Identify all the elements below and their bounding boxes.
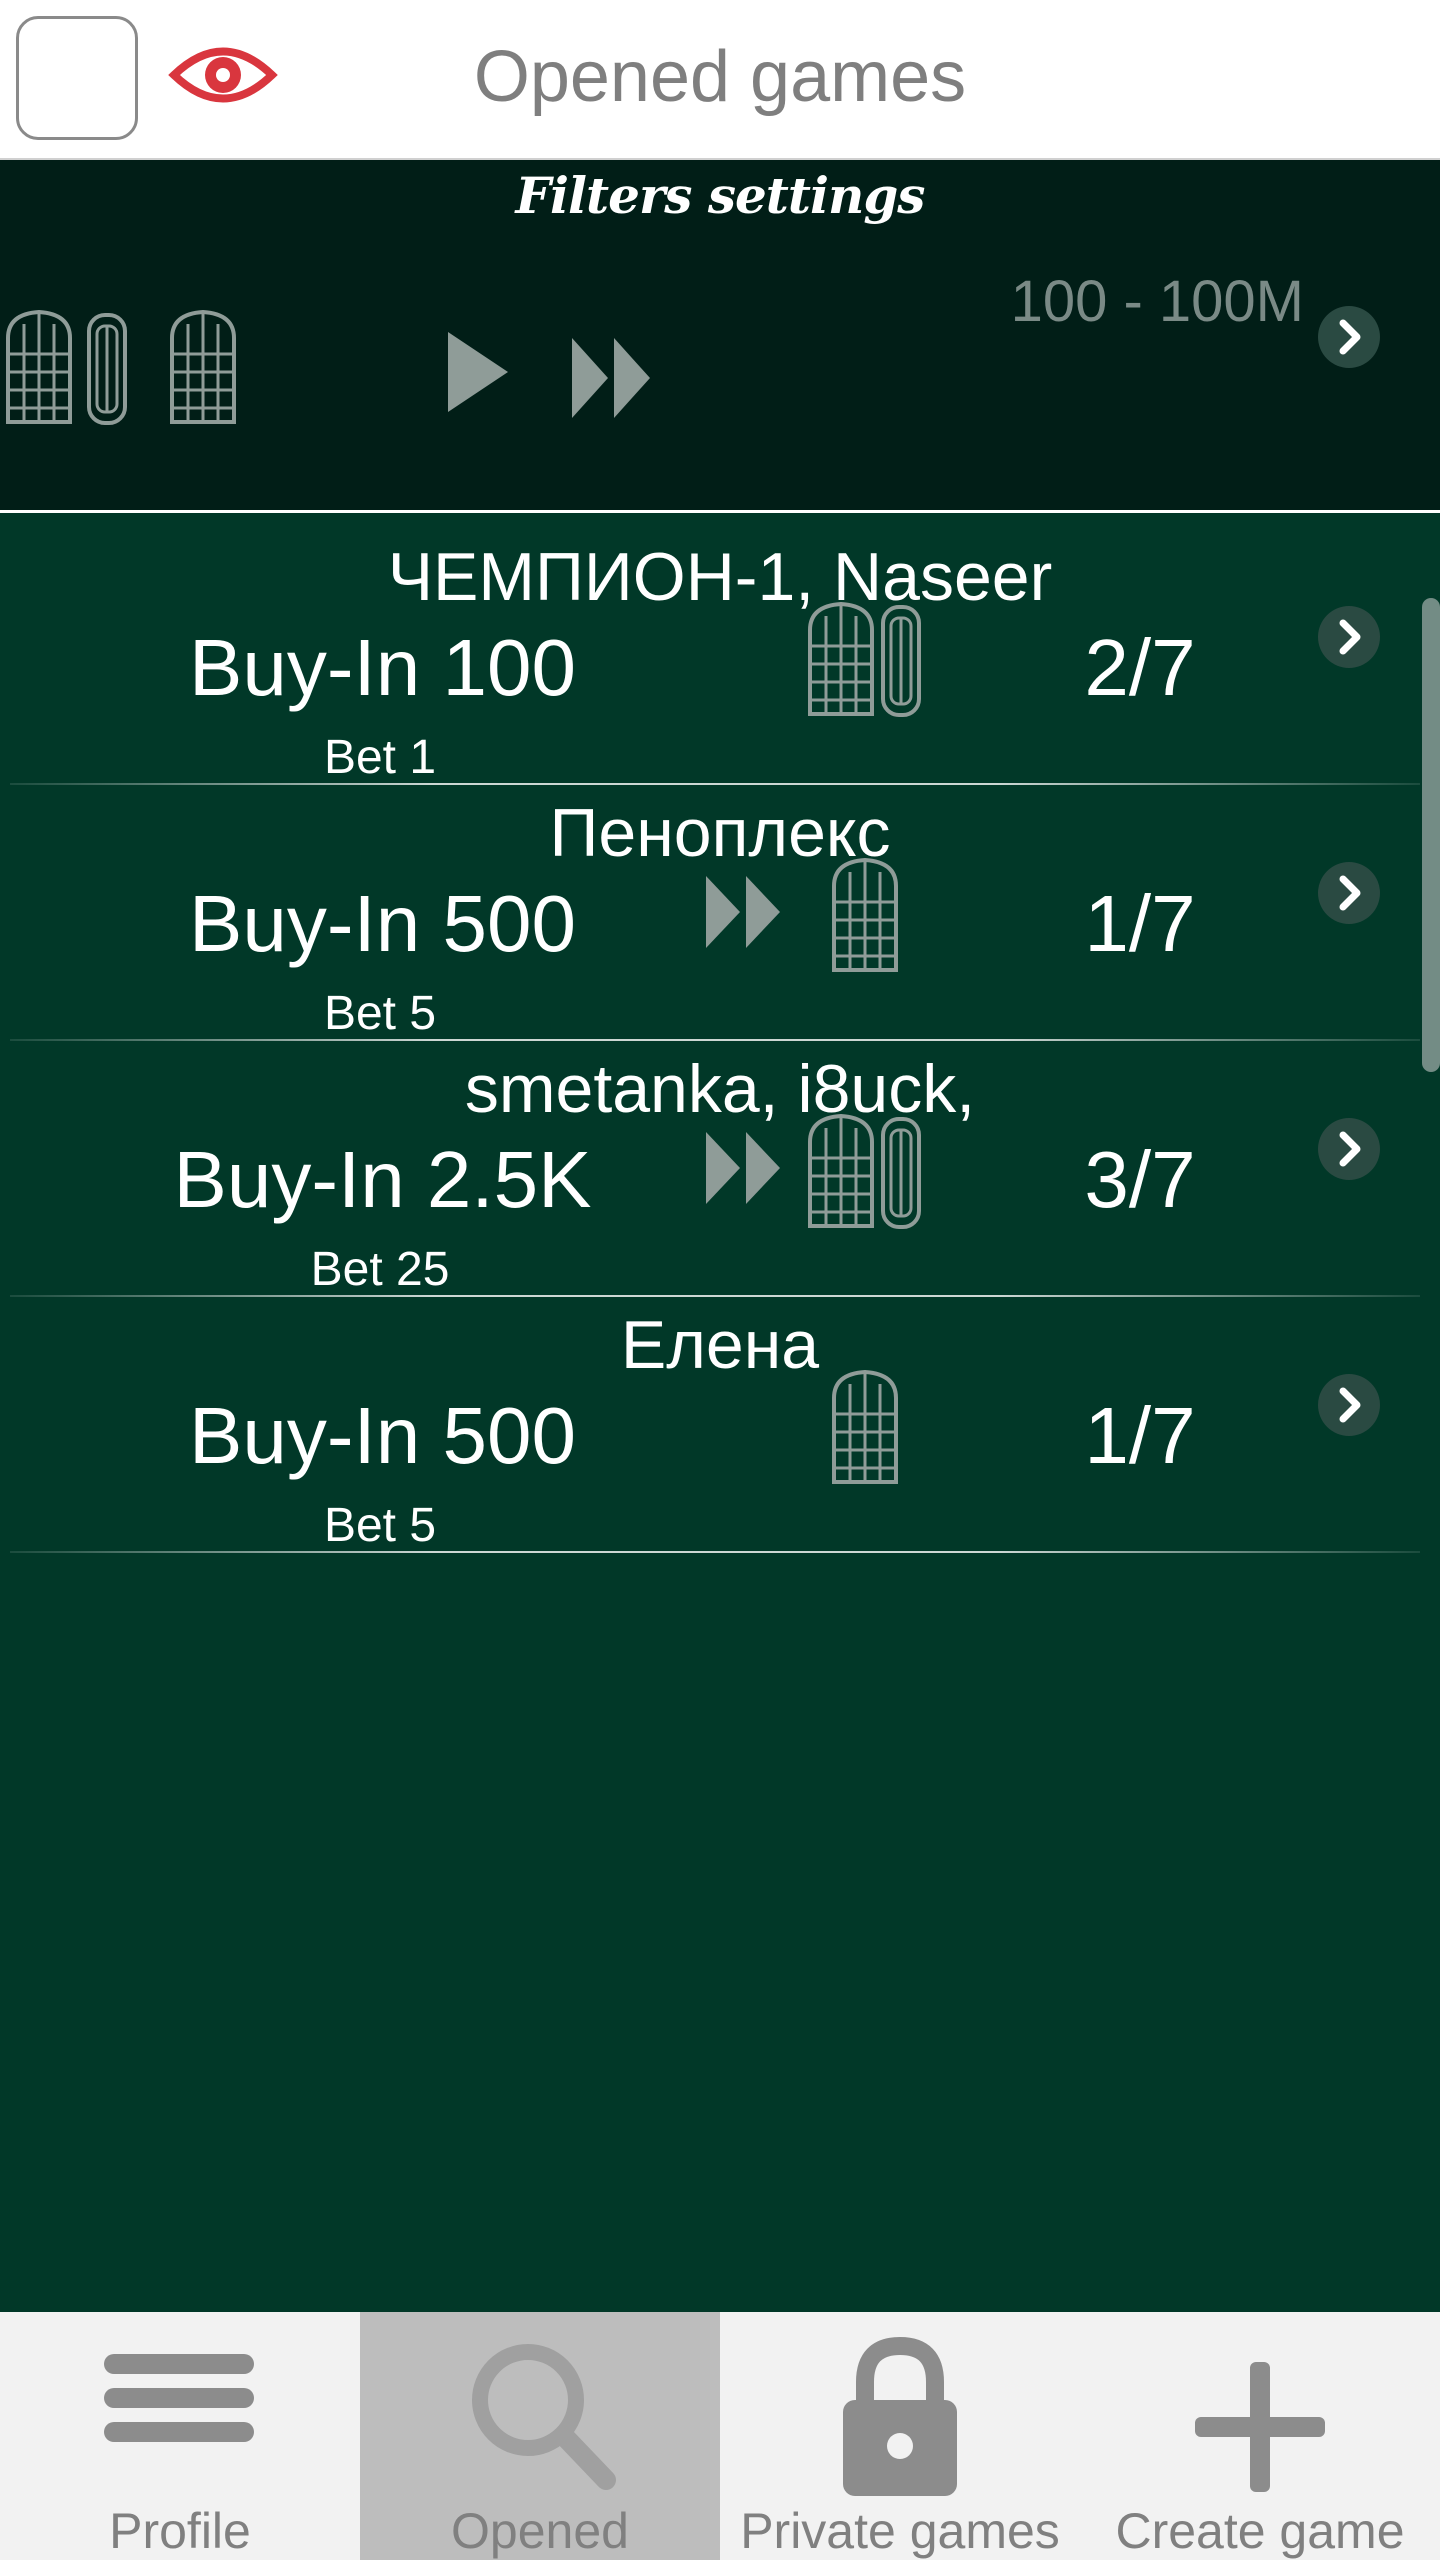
bet-label: Bet 25 <box>310 1243 450 1296</box>
cards-icon <box>6 310 127 425</box>
nav-private-games-label: Private games <box>740 2503 1060 2559</box>
fast-forward-icon <box>706 1132 780 1204</box>
nav-private-games[interactable]: Private games <box>720 2312 1080 2560</box>
players-names: smetanka, i8uck, <box>464 1051 976 1127</box>
top-bar: Opened games <box>0 0 1440 160</box>
buyin-label: Buy-In 500 <box>189 879 576 968</box>
seats-count: 1/7 <box>1084 1391 1196 1480</box>
chevron-right-icon[interactable] <box>1318 862 1380 924</box>
seats-count: 2/7 <box>1084 623 1196 712</box>
menu-icon <box>104 2354 254 2442</box>
seats-count: 3/7 <box>1084 1135 1196 1224</box>
buyin-range: 100 - 100M <box>1010 269 1304 334</box>
search-icon <box>472 2344 616 2490</box>
game-row[interactable]: Елена Buy-In 500 Bet 5 1/7 <box>0 1298 1420 1553</box>
players-names: ЧЕМПИОН-1, Naseer <box>387 539 1053 615</box>
chevron-right-icon[interactable] <box>1318 1118 1380 1180</box>
bet-label: Bet 5 <box>323 987 437 1040</box>
buyin-label: Buy-In 500 <box>189 1391 576 1480</box>
row-divider <box>10 1551 1420 1553</box>
players-names: Елена <box>620 1307 820 1383</box>
fast-forward-icon[interactable] <box>570 338 652 418</box>
card-single-icon <box>170 310 236 424</box>
buyin-label: Buy-In 100 <box>189 623 576 712</box>
bet-label: Bet 5 <box>323 1499 437 1552</box>
row-divider <box>10 1039 1420 1041</box>
game-row[interactable]: ЧЕМПИОН-1, Naseer Buy-In 100 Bet 1 2/7 <box>0 530 1420 785</box>
nav-create-game-label: Create game <box>1115 2503 1405 2559</box>
bet-label: Bet 1 <box>323 731 437 784</box>
chevron-right-icon[interactable] <box>1318 606 1380 668</box>
nav-create-game[interactable]: Create game <box>1080 2312 1440 2560</box>
players-names: Пеноплекс <box>549 795 891 871</box>
deck-icon <box>832 1370 898 1484</box>
page-title: Opened games <box>473 37 967 117</box>
fast-forward-icon <box>706 876 780 948</box>
deck-pair-icon <box>808 1114 921 1229</box>
nav-opened-label: Opened <box>451 2503 629 2559</box>
bottom-nav: Profile Opened Private games Create game <box>0 2312 1440 2560</box>
filters-panel[interactable]: Filters settings 100 - 100M <box>0 160 1440 513</box>
play-icon[interactable] <box>446 332 510 412</box>
buyin-label: Buy-In 2.5K <box>173 1135 592 1224</box>
filters-title[interactable]: Filters settings <box>0 166 1440 225</box>
seats-count: 1/7 <box>1084 879 1196 968</box>
row-divider <box>10 783 1420 785</box>
chevron-right-icon[interactable] <box>1318 1374 1380 1436</box>
deck-pair-icon <box>808 602 921 717</box>
deck-icon <box>832 858 898 972</box>
list-scrollbar[interactable] <box>1422 598 1440 1072</box>
game-row[interactable]: smetanka, i8uck, Buy-In 2.5K Bet 25 3/7 <box>0 1042 1420 1297</box>
row-divider <box>10 1295 1420 1297</box>
nav-profile[interactable]: Profile <box>0 2312 360 2560</box>
chevron-right-icon[interactable] <box>1318 306 1380 368</box>
plus-icon <box>1195 2362 1325 2492</box>
nav-opened[interactable]: Opened <box>360 2312 720 2560</box>
lock-icon <box>843 2336 957 2496</box>
nav-profile-label: Profile <box>109 2503 251 2559</box>
game-row[interactable]: Пеноплекс Buy-In 500 Bet 5 1/7 <box>0 786 1420 1041</box>
